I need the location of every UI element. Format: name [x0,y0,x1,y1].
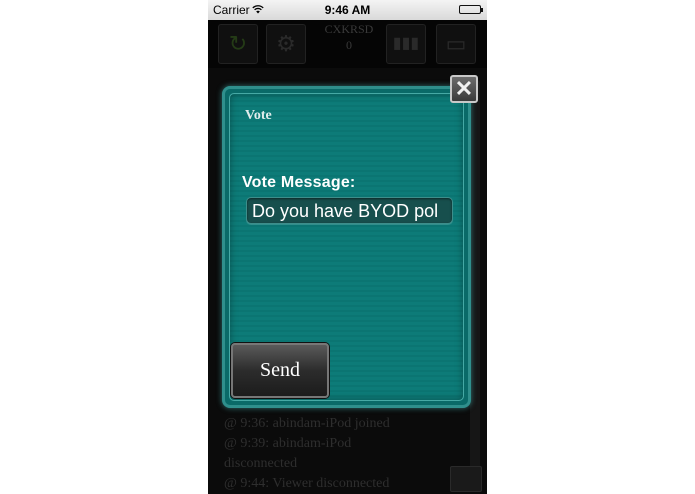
vote-message-input[interactable]: Do you have BYOD pol [246,197,453,224]
log-line: disconnected [224,456,298,471]
close-button[interactable]: ✕ [450,75,478,103]
activity-log: @ 9:36: abindam-iPod joined @ 9:39: abin… [224,414,454,494]
dialog-title: Vote [245,108,272,123]
monitor-icon: ▭ [445,31,467,56]
session-code: CXKRSD [324,22,374,36]
phone-screen: Carrier 9:46 AM ↻ ⚙ CXKRSD 0 ▮▮▮ ▭ @ 9:3… [208,0,487,494]
corner-button[interactable] [450,466,482,492]
scrollbar[interactable] [470,80,480,480]
settings-button[interactable]: ⚙ [266,24,306,64]
stats-button[interactable]: ▮▮▮ [386,24,426,64]
log-line: @ 9:44: Viewer disconnected [224,476,390,491]
battery-icon [459,5,483,14]
close-icon: ✕ [454,76,474,101]
log-line: @ 9:39: abindam-iPod [224,436,352,451]
app-toolbar: ↻ ⚙ CXKRSD 0 ▮▮▮ ▭ [208,20,487,68]
bar-chart-icon: ▮▮▮ [392,35,420,52]
refresh-button[interactable]: ↻ [218,24,258,64]
vote-message-label: Vote Message: [242,174,356,191]
viewer-count: 0 [346,38,352,52]
refresh-icon: ↻ [228,31,248,56]
log-line: @ 9:36: abindam-iPod joined [224,416,390,431]
display-button[interactable]: ▭ [436,24,476,64]
status-bar: Carrier 9:46 AM [208,0,487,20]
send-button[interactable]: Send [231,343,329,398]
gear-icon: ⚙ [276,31,296,56]
status-time: 9:46 AM [324,3,371,17]
